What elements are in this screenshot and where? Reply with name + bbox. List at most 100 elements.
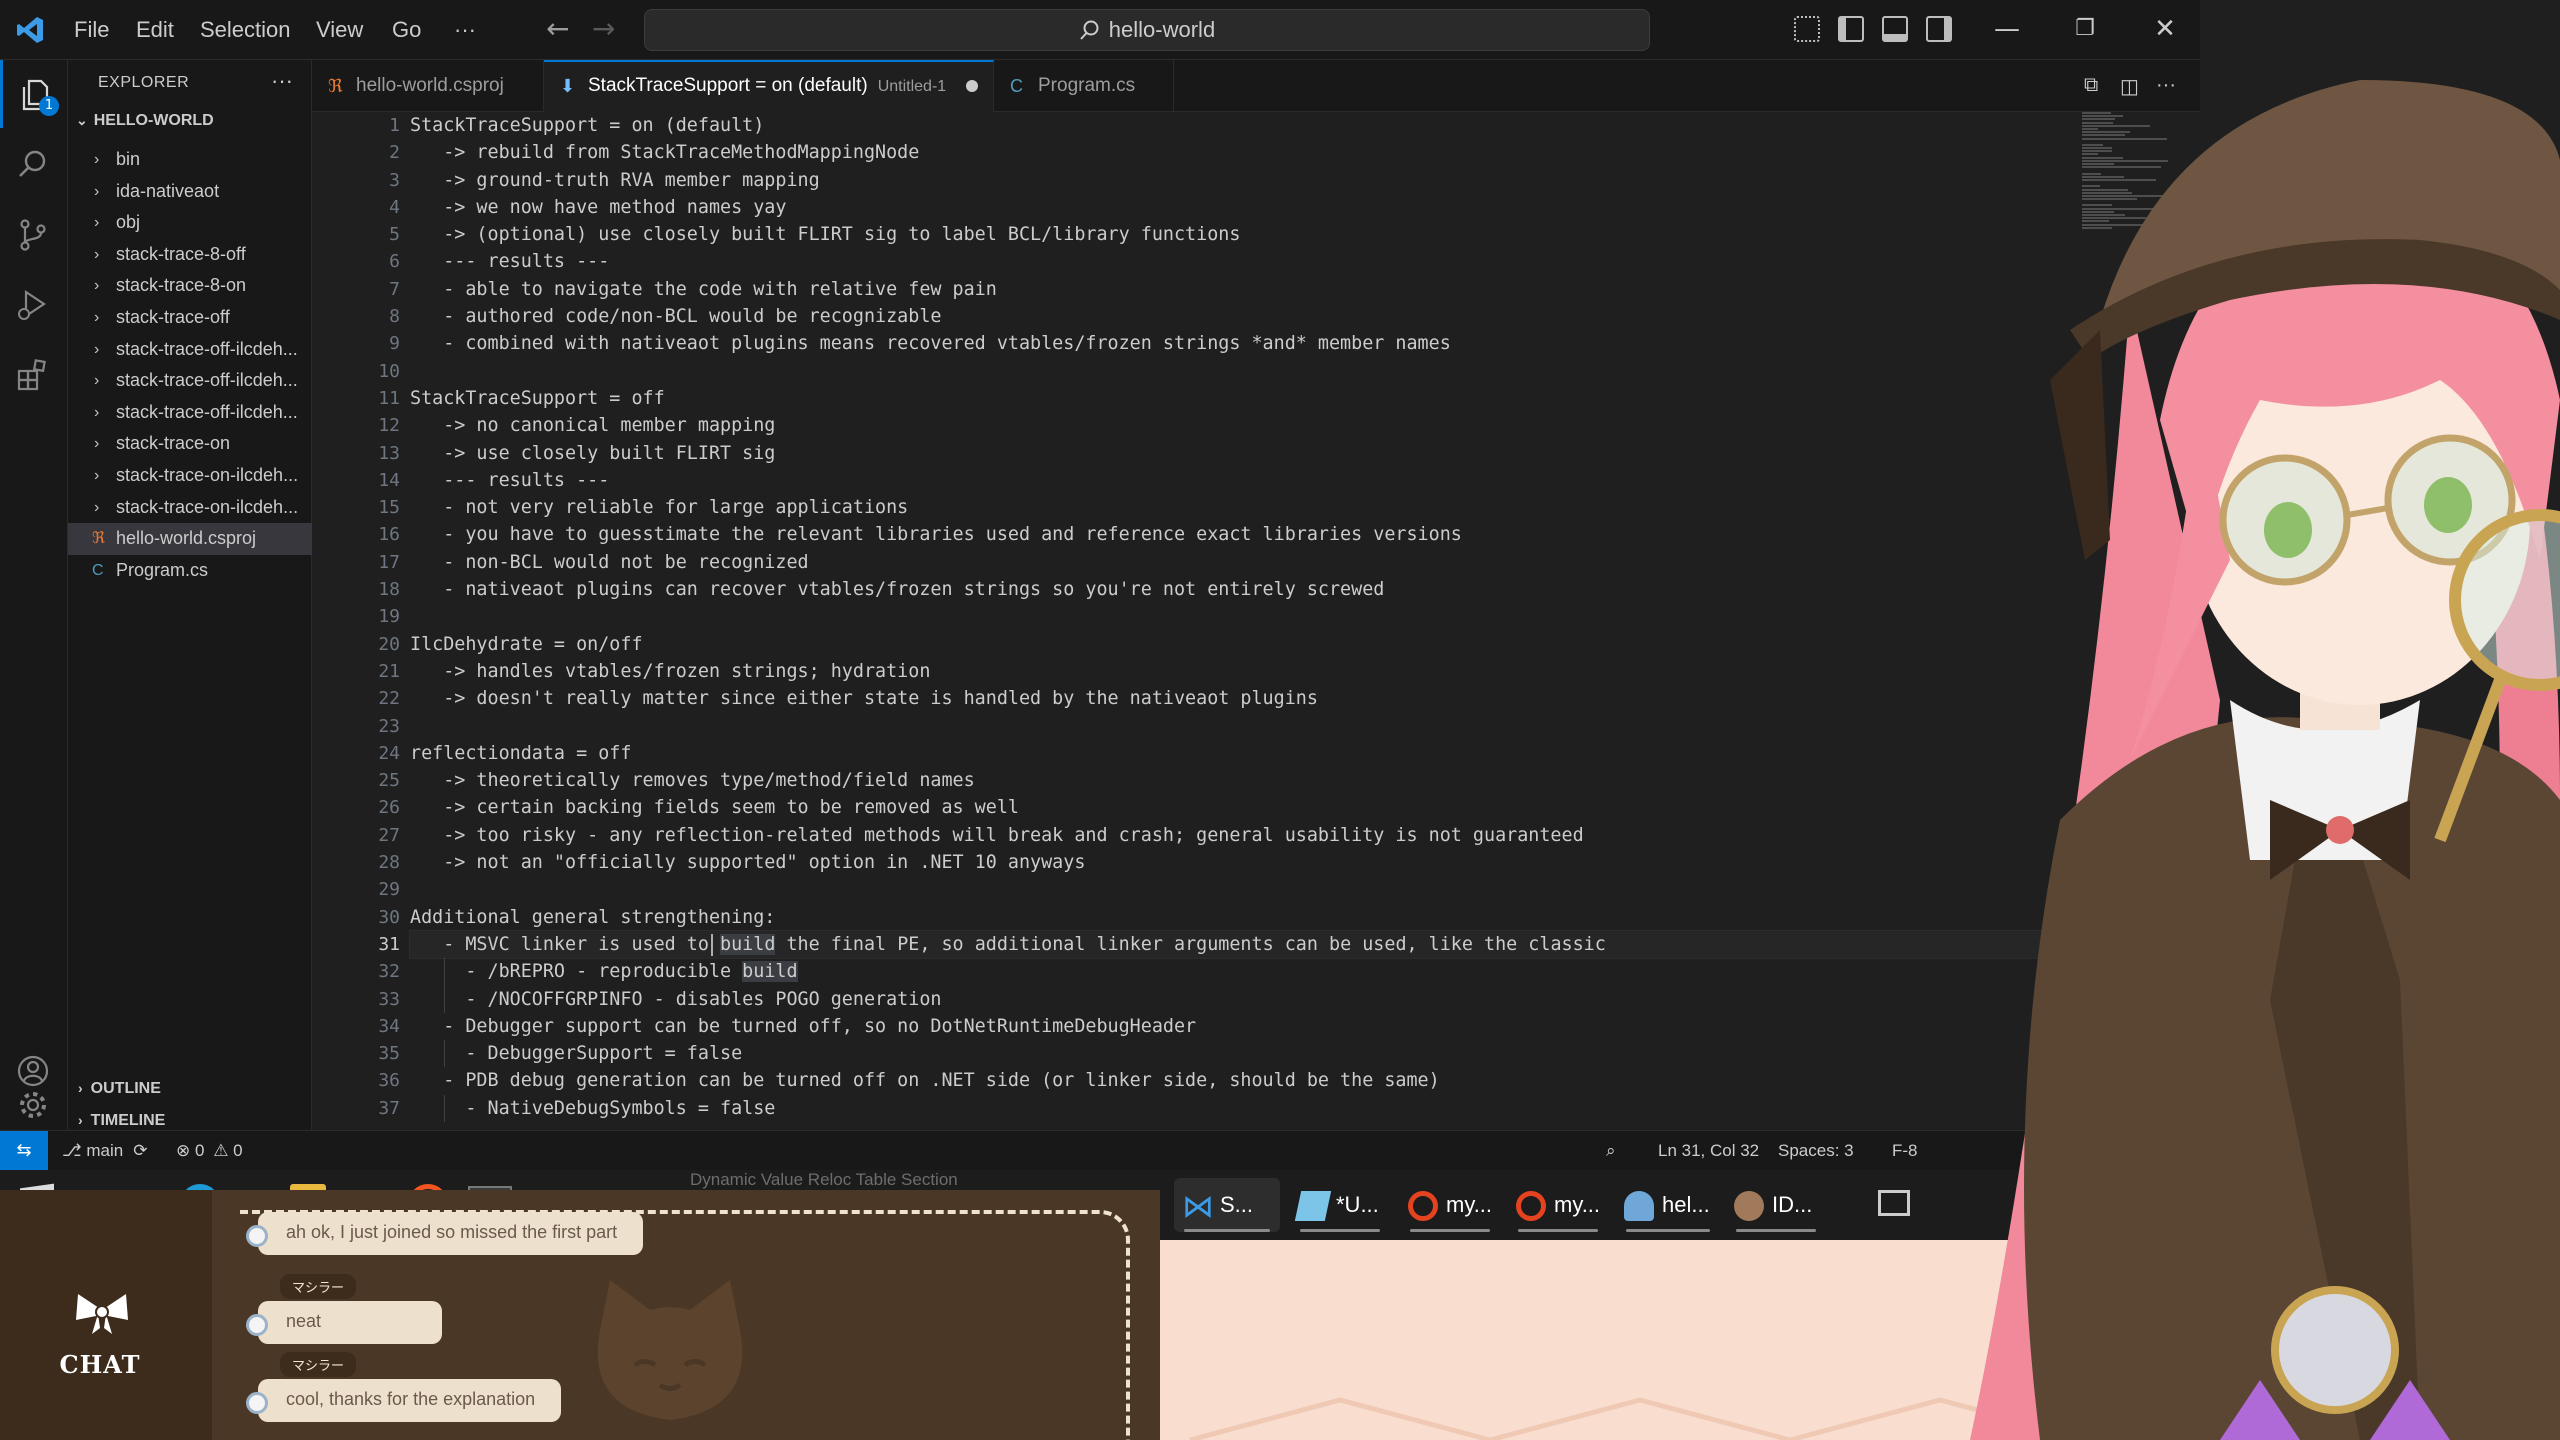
line-number: 28 — [378, 852, 400, 874]
chevron-right-icon: › — [78, 1080, 83, 1096]
tree-item[interactable]: › stack-trace-8-off — [68, 239, 312, 271]
indent-guide — [444, 958, 445, 986]
user-app-icon — [1624, 1191, 1654, 1222]
tree-item[interactable]: › stack-trace-off-ilcdeh... — [68, 397, 312, 429]
error-count: 0 — [194, 1141, 205, 1160]
line-number: 10 — [378, 360, 400, 382]
tree-item[interactable]: › ida-nativeaot — [68, 176, 312, 208]
search-app-icon — [1516, 1191, 1546, 1222]
tree-item[interactable]: › bin — [68, 144, 312, 176]
remote-indicator-icon[interactable]: ⇆ — [0, 1131, 48, 1170]
chevron-down-icon: ⌄ — [76, 112, 88, 128]
tree-item[interactable]: › stack-trace-off — [68, 302, 312, 334]
line-number: 36 — [378, 1070, 400, 1092]
menu-go[interactable]: Go — [392, 0, 421, 60]
menu-more[interactable]: ··· — [454, 0, 476, 60]
tree-item-label: stack-trace-on-ilcdeh... — [116, 496, 299, 517]
csharp-file-icon: C — [92, 561, 104, 579]
file-tree: › bin › ida-nativeaot › obj › stack-trace-8-off… — [68, 144, 312, 586]
indent-guide — [444, 1040, 445, 1068]
tab-label: StackTraceSupport = on (default) — [588, 75, 868, 96]
source-control-icon — [20, 219, 46, 251]
outline-section[interactable]: › OUTLINE — [78, 1080, 161, 1098]
chevron-right-icon: › — [94, 403, 100, 421]
warning-icon: ⚠ — [213, 1141, 229, 1160]
explorer-activity[interactable]: 1 — [0, 60, 68, 128]
branch-indicator[interactable]: ⎇ main ⟳ — [62, 1131, 147, 1170]
tree-item-label: stack-trace-off-ilcdeh... — [116, 338, 298, 359]
menu-view[interactable]: View — [316, 0, 363, 60]
tab-program-cs[interactable]: C Program.cs — [994, 60, 1174, 112]
line-number: 19 — [378, 606, 400, 628]
timeline-section[interactable]: › TIMELINE — [78, 1112, 165, 1130]
tree-item[interactable]: › stack-trace-on-ilcdeh... — [68, 492, 312, 524]
zoom-icon[interactable]: ⌕ — [1606, 1131, 1616, 1170]
indent-guide — [444, 985, 445, 1013]
tree-item[interactable]: C Program.cs — [68, 555, 312, 587]
timeline-label: TIMELINE — [90, 1112, 166, 1129]
back-arrow-icon[interactable]: ← — [546, 14, 569, 44]
notepad-icon — [1294, 1191, 1332, 1222]
line-number: 27 — [378, 824, 400, 846]
taskbar-ghost-text: Dynamic Value Reloc Table Section — [690, 1170, 958, 1189]
explorer-sidebar: EXPLORER ··· ⌄ HELLO-WORLD › bin › ida-nativ… — [68, 60, 312, 1130]
line-number: 13 — [378, 442, 400, 464]
tab-hello-world-csproj[interactable]: ℜhello-world.csproj — [312, 60, 544, 112]
running-indicator — [1626, 1229, 1710, 1232]
line-number: 14 — [378, 469, 400, 491]
command-center-search[interactable]: hello-world — [644, 9, 1650, 51]
tab-untitled-1[interactable]: ⬇ StackTraceSupport = on (default) Untitle… — [544, 60, 994, 112]
line-number: 21 — [378, 660, 400, 682]
extensions-activity[interactable] — [0, 340, 68, 408]
chat-header: CHAT — [0, 1190, 212, 1440]
line-number: 33 — [378, 988, 400, 1010]
workspace-root[interactable]: ⌄ HELLO-WORLD — [76, 112, 214, 130]
unsaved-dot-icon[interactable] — [966, 79, 979, 92]
chevron-right-icon: › — [78, 1112, 83, 1128]
explorer-more-button[interactable]: ··· — [271, 68, 293, 94]
menu-selection[interactable]: Selection — [200, 0, 291, 60]
chevron-right-icon: › — [94, 372, 100, 390]
forward-arrow-icon[interactable]: → — [592, 14, 615, 44]
active-indicator — [1184, 1229, 1270, 1232]
tree-item[interactable]: ℜhello-world.csproj — [68, 523, 312, 555]
chat-overlay: CHAT ah ok, I just joined so missed the … — [0, 1190, 1160, 1440]
tree-item[interactable]: › stack-trace-8-on — [68, 270, 312, 302]
taskbar-item-notepad[interactable]: *U... — [1290, 1178, 1390, 1232]
cursor-position[interactable]: Ln 31, Col 32 — [1658, 1131, 1759, 1170]
taskbar-item-search-app-2[interactable]: my... — [1508, 1178, 1608, 1232]
chat-message: マシラー cool, thanks for the explanation — [246, 1352, 562, 1422]
line-number: 7 — [389, 278, 400, 300]
run-debug-activity[interactable] — [0, 270, 68, 338]
line-number: 2 — [389, 142, 400, 164]
tab-label: hello-world.csproj — [356, 75, 504, 96]
menu-edit[interactable]: Edit — [136, 0, 174, 60]
search-activity[interactable] — [0, 130, 68, 198]
tree-item[interactable]: › stack-trace-off-ilcdeh... — [68, 365, 312, 397]
csharp-icon: C — [1010, 76, 1023, 96]
line-number: 26 — [378, 797, 400, 819]
chat-message-text: ah ok, I just joined so missed the first… — [258, 1212, 644, 1255]
line-number: 31 — [378, 933, 400, 955]
source-control-activity[interactable] — [0, 200, 68, 268]
taskbar-item-vscode[interactable]: ⋈ S... — [1174, 1178, 1280, 1232]
line-number: 11 — [378, 387, 400, 409]
chat-message: マシラー neat — [246, 1274, 442, 1344]
taskbar-item-search-app[interactable]: my... — [1400, 1178, 1500, 1232]
line-number: 22 — [378, 688, 400, 710]
running-indicator — [1410, 1229, 1490, 1232]
tree-item[interactable]: › stack-trace-off-ilcdeh... — [68, 334, 312, 366]
tree-item[interactable]: › stack-trace-on-ilcdeh... — [68, 460, 312, 492]
problems-indicator[interactable]: ⊗ 0 ⚠ 0 — [176, 1131, 243, 1170]
chat-avatar-icon — [246, 1392, 268, 1414]
branch-icon: ⎇ — [62, 1141, 87, 1160]
manage-activity[interactable] — [0, 1070, 68, 1138]
chevron-right-icon: › — [94, 277, 100, 295]
tree-item-label: Program.cs — [116, 559, 209, 580]
tree-item[interactable]: › stack-trace-on — [68, 428, 312, 460]
explorer-badge: 1 — [39, 96, 59, 116]
menu-file[interactable]: File — [74, 0, 109, 60]
tree-item[interactable]: › obj — [68, 207, 312, 239]
indent-guide — [444, 1094, 445, 1122]
taskbar-item-user-app[interactable]: hel... — [1616, 1178, 1720, 1232]
